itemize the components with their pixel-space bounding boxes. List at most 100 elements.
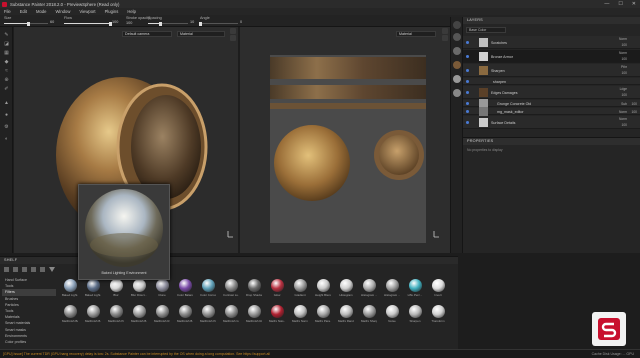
layer-blend-mode[interactable]: Sub xyxy=(621,102,627,106)
layer-blend-mode[interactable]: Ldge xyxy=(620,87,627,91)
layer-row[interactable]: Bronze Armor Norm 100 xyxy=(463,50,640,63)
shelf-item[interactable]: MatFinish B... xyxy=(85,305,101,323)
shelf-item[interactable]: Blur xyxy=(108,279,124,297)
angle-value[interactable]: 0 xyxy=(240,20,242,24)
history-icon[interactable] xyxy=(453,75,461,83)
display-icon[interactable]: ◐ xyxy=(3,135,10,142)
shelf-item[interactable]: MatFinish B... xyxy=(131,305,147,323)
shelf-item[interactable]: MatFx Para... xyxy=(315,305,331,323)
folder-icon[interactable] xyxy=(4,267,9,272)
shelf-item[interactable]: Baked Light... xyxy=(85,279,101,297)
menu-edit[interactable]: Edit xyxy=(20,9,27,14)
shelf-item[interactable]: MatFinish Pu... xyxy=(108,305,124,323)
shelf-category[interactable]: Color profiles xyxy=(2,339,56,345)
flow-value[interactable]: 100 xyxy=(112,20,118,24)
maximize-button[interactable]: ☐ xyxy=(618,1,622,7)
shader-settings-icon[interactable] xyxy=(453,47,461,55)
clone-icon[interactable]: ⊕ xyxy=(3,76,10,83)
shelf-item[interactable]: Height Blend xyxy=(315,279,331,297)
material-picker-icon[interactable]: ✐ xyxy=(3,85,10,92)
menu-file[interactable]: File xyxy=(4,9,11,14)
filter-icon[interactable] xyxy=(49,267,55,272)
display-settings-icon[interactable] xyxy=(453,33,461,41)
layer-row[interactable]: Edges Damages Ldge 100 xyxy=(463,86,640,99)
layer-opacity[interactable]: 100 xyxy=(621,43,627,47)
layer-blend-mode[interactable]: Norm xyxy=(619,117,627,121)
shelf-item[interactable]: Histogram ... xyxy=(384,279,400,297)
menu-viewport[interactable]: Viewport xyxy=(79,9,95,14)
spacing-value[interactable]: 10 xyxy=(190,20,194,24)
settings-icon[interactable]: ⚙ xyxy=(3,123,10,130)
layer-blend-mode[interactable]: Pthr xyxy=(621,65,627,69)
status-warning[interactable]: [GPU] Issue] The current TDR (GPU hang r… xyxy=(3,352,270,356)
texture-set-list-icon[interactable] xyxy=(453,21,461,29)
visibility-eye-icon[interactable] xyxy=(466,80,469,83)
flow-track[interactable] xyxy=(64,21,112,26)
spacing-slider[interactable]: Spacing 10 xyxy=(148,16,198,26)
import-icon[interactable] xyxy=(13,267,18,272)
minimize-button[interactable]: — xyxy=(604,1,609,7)
layer-row[interactable]: Sharpen Pthr 100 xyxy=(463,64,640,77)
menu-mode[interactable]: Mode xyxy=(36,9,46,14)
smudge-icon[interactable]: ≈ xyxy=(3,67,10,74)
layer-blend-mode[interactable]: Norm xyxy=(619,110,627,114)
visibility-eye-icon[interactable] xyxy=(466,102,469,105)
visibility-eye-icon[interactable] xyxy=(466,55,469,58)
shelf-item[interactable]: MatFinish Ra... xyxy=(246,305,262,323)
eraser-icon[interactable]: ◪ xyxy=(3,40,10,47)
layer-opacity[interactable]: 100 xyxy=(621,71,627,75)
shelf-item[interactable]: MatFinish R... xyxy=(154,305,170,323)
stroke-opacity-value[interactable]: 100 xyxy=(126,21,132,25)
flow-slider[interactable]: Flow 100 xyxy=(64,16,124,26)
geometry-fill-icon[interactable]: ◆ xyxy=(3,58,10,65)
shelf-item[interactable]: HSL Perc... xyxy=(407,279,423,297)
layer-opacity[interactable]: 100 xyxy=(621,57,627,61)
shelf-item[interactable]: MatFx Sharp... xyxy=(361,305,377,323)
slider-knob[interactable] xyxy=(158,21,162,26)
viewport-2d[interactable]: Material xyxy=(240,27,450,253)
layer-opacity[interactable]: 100 xyxy=(621,123,627,127)
grid-view-icon[interactable] xyxy=(22,267,27,272)
menu-help[interactable]: Help xyxy=(127,9,136,14)
paint-brush-icon[interactable]: ✎ xyxy=(3,31,10,38)
layer-opacity[interactable]: 100 xyxy=(631,110,637,114)
shelf-item[interactable]: MatFinish Pa... xyxy=(200,305,216,323)
shelf-item[interactable]: Transform xyxy=(430,305,446,323)
visibility-eye-icon[interactable] xyxy=(466,121,469,124)
projection-icon[interactable]: ▦ xyxy=(3,49,10,56)
visibility-eye-icon[interactable] xyxy=(466,41,469,44)
shelf-item[interactable]: MatFx Normal xyxy=(292,305,308,323)
size-track[interactable] xyxy=(4,21,48,26)
shelf-item[interactable]: MatFinish G... xyxy=(223,305,239,323)
channel-dropdown[interactable]: Base Color xyxy=(466,27,506,33)
shelf-item[interactable]: Histogram ... xyxy=(361,279,377,297)
size-value[interactable]: 60 xyxy=(50,20,54,24)
layer-opacity[interactable]: 100 xyxy=(621,93,627,97)
bake-icon[interactable]: ● xyxy=(3,111,10,118)
shelf-item[interactable]: Clone xyxy=(154,279,170,297)
layer-opacity[interactable]: 100 xyxy=(631,102,637,106)
layer-row[interactable]: sharpen xyxy=(463,78,640,85)
polygon-fill-icon[interactable]: ▲ xyxy=(3,99,10,106)
slider-knob[interactable] xyxy=(198,21,202,26)
visibility-eye-icon[interactable] xyxy=(466,110,469,113)
new-preset-icon[interactable] xyxy=(40,267,45,272)
list-view-icon[interactable] xyxy=(31,267,36,272)
shelf-item[interactable]: Color Balance xyxy=(177,279,193,297)
angle-track[interactable] xyxy=(198,21,238,26)
shelf-item[interactable]: Contrast Lu... xyxy=(223,279,239,297)
shelf-item[interactable]: Color Correct xyxy=(200,279,216,297)
shelf-item[interactable]: MatFx Rand... xyxy=(338,305,354,323)
spacing-track[interactable] xyxy=(148,21,188,26)
shelf-item[interactable]: Sharpen xyxy=(407,305,423,323)
close-button[interactable]: ✕ xyxy=(632,1,636,7)
layer-blend-mode[interactable]: Norm xyxy=(619,37,627,41)
shelf-item[interactable]: Noise xyxy=(384,305,400,323)
shelf-item[interactable]: Glow xyxy=(269,279,285,297)
shelf-item[interactable]: Blur Direct... xyxy=(131,279,147,297)
shelf-item[interactable]: Invert xyxy=(430,279,446,297)
visibility-eye-icon[interactable] xyxy=(466,69,469,72)
log-icon[interactable] xyxy=(453,89,461,97)
slider-knob[interactable] xyxy=(26,21,30,26)
shelf-item[interactable]: MatFinish Ba... xyxy=(62,305,78,323)
